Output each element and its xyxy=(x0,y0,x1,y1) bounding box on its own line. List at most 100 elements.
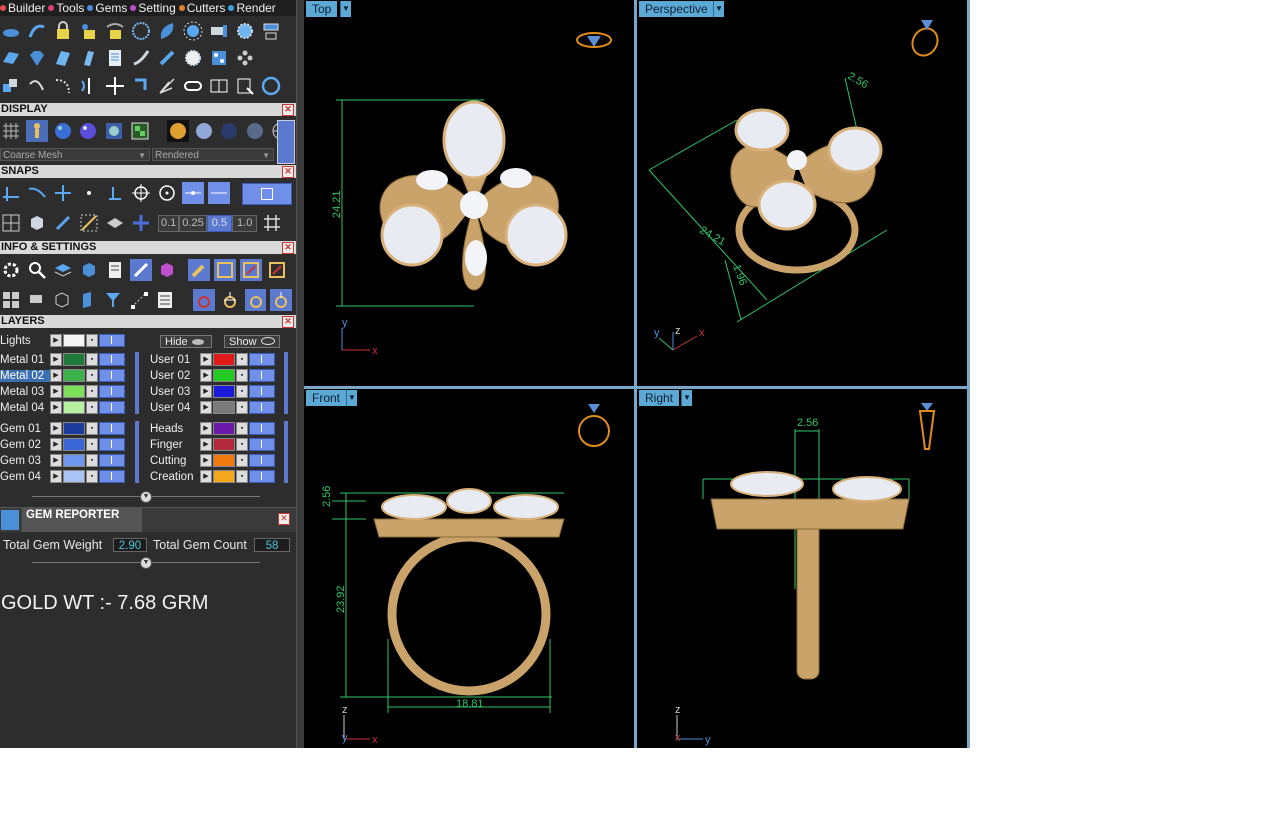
gem-ring-button[interactable] xyxy=(182,47,204,69)
display-toggle-button[interactable] xyxy=(277,120,295,164)
xray-button[interactable] xyxy=(25,120,48,142)
sheet-tool-button[interactable] xyxy=(78,47,100,69)
cut-tool-button[interactable] xyxy=(234,75,256,97)
gem-cluster-button[interactable] xyxy=(130,20,152,42)
layer-lock-icon[interactable]: ▪ xyxy=(86,438,98,451)
layer-name[interactable]: User 03 xyxy=(150,386,200,398)
layer-visibility-toggle[interactable] xyxy=(99,422,125,435)
layer-color-swatch[interactable] xyxy=(63,369,85,382)
texture-button[interactable] xyxy=(129,120,151,142)
layer-lock-icon[interactable]: ▪ xyxy=(86,422,98,435)
layer-name[interactable]: Metal 02 xyxy=(0,369,50,382)
metallic-material-button[interactable] xyxy=(244,120,266,142)
pipe-tool-button[interactable] xyxy=(208,20,230,42)
wireframe-button[interactable] xyxy=(0,120,22,142)
layer-row[interactable]: User 02 ▶ ▪ xyxy=(150,368,275,383)
layer-visibility-toggle[interactable] xyxy=(249,438,275,451)
layer-row[interactable]: Metal 03 ▶ ▪ xyxy=(0,384,125,399)
network-tool-button[interactable] xyxy=(234,47,256,69)
layer-visibility-toggle[interactable] xyxy=(249,401,275,414)
menu-builder[interactable]: Builder xyxy=(0,1,45,15)
layers-splitter-handle[interactable]: ▼ xyxy=(140,491,152,503)
layer-row[interactable]: Creation ▶ ▪ xyxy=(150,469,275,484)
snap-center-button[interactable] xyxy=(130,182,152,204)
frame-c-button[interactable] xyxy=(266,259,288,281)
layer-expand-icon[interactable]: ▶ xyxy=(50,438,62,451)
snaps-close-button[interactable]: ✕ xyxy=(282,166,294,178)
layer-expand-icon[interactable]: ▶ xyxy=(50,353,62,366)
snap-grid-button[interactable] xyxy=(0,182,22,204)
layer-color-swatch[interactable] xyxy=(63,438,85,451)
render-mode-select[interactable]: Rendered ▼ xyxy=(152,148,274,161)
menu-render[interactable]: Render xyxy=(228,1,276,15)
layer-color-swatch[interactable] xyxy=(63,454,85,467)
layer-visibility-toggle[interactable] xyxy=(249,385,275,398)
layer-lock-icon[interactable]: ▪ xyxy=(86,470,98,483)
layer-color-swatch[interactable] xyxy=(213,369,235,382)
snap-increment-0.1[interactable]: 0.1 xyxy=(158,214,180,232)
layer-name[interactable]: Gem 04 xyxy=(0,471,50,483)
lights-visibility-toggle[interactable] xyxy=(99,334,125,347)
snap-end-button[interactable] xyxy=(104,182,126,204)
circle-tool-button[interactable] xyxy=(260,75,282,97)
ring-axis-button[interactable] xyxy=(219,289,241,311)
wire-cube-button[interactable] xyxy=(51,289,73,311)
layer-visibility-toggle[interactable] xyxy=(99,438,125,451)
surface-tool-button[interactable] xyxy=(0,47,22,69)
hide-all-button[interactable]: Hide xyxy=(160,335,212,348)
perspective-viewport[interactable]: 24.21 2.56 1.96 z x y Perspective ▼ xyxy=(637,0,967,386)
leaf-tool-button[interactable] xyxy=(156,20,178,42)
layer-visibility-toggle[interactable] xyxy=(99,369,125,382)
layer-row[interactable]: Metal 02 ▶ ▪ xyxy=(0,368,125,383)
lights-lock-icon[interactable]: ▪ xyxy=(86,334,98,347)
layer-expand-icon[interactable]: ▶ xyxy=(200,454,212,467)
layer-expand-icon[interactable]: ▶ xyxy=(50,470,62,483)
layer-name[interactable]: Gem 01 xyxy=(0,423,50,435)
layer-visibility-toggle[interactable] xyxy=(99,353,125,366)
show-all-button[interactable]: Show xyxy=(224,335,280,348)
layer-row[interactable]: User 03 ▶ ▪ xyxy=(150,384,275,399)
layer-lock-icon[interactable]: ▪ xyxy=(236,353,248,366)
layer-row[interactable]: Gem 03 ▶ ▪ xyxy=(0,453,125,468)
layer-lock-icon[interactable]: ▪ xyxy=(236,401,248,414)
top-view-chevron-down-icon[interactable]: ▼ xyxy=(340,1,351,17)
layer-visibility-toggle[interactable] xyxy=(99,470,125,483)
glossy-button[interactable] xyxy=(77,120,99,142)
front-view-chevron-down-icon[interactable]: ▼ xyxy=(346,390,357,406)
menu-tools[interactable]: Tools xyxy=(48,1,84,15)
front-view-label[interactable]: Front xyxy=(306,390,347,406)
snap-measure-button[interactable] xyxy=(78,212,100,234)
front-viewport[interactable]: 23.92 18.81 2.56 z x y Front ▼ xyxy=(304,389,634,748)
nodes-button[interactable] xyxy=(128,289,150,311)
mirror-tool-button[interactable] xyxy=(78,75,100,97)
right-view-chevron-down-icon[interactable]: ▼ xyxy=(681,390,692,406)
layer-color-swatch[interactable] xyxy=(213,401,235,414)
layer-name[interactable]: User 04 xyxy=(150,402,200,414)
display-close-button[interactable]: ✕ xyxy=(282,104,294,116)
snap-mode-toggle[interactable] xyxy=(242,183,292,205)
layer-expand-icon[interactable]: ▶ xyxy=(200,353,212,366)
snap-magnet-button[interactable] xyxy=(130,212,152,234)
cube-info-button[interactable] xyxy=(78,259,100,281)
menu-cutters[interactable]: Cutters xyxy=(178,1,225,15)
layer-row[interactable]: Metal 04 ▶ ▪ xyxy=(0,400,125,415)
snap-circle-button[interactable] xyxy=(156,182,178,204)
menu-gems[interactable]: Gems xyxy=(87,1,127,15)
menu-setting[interactable]: Setting xyxy=(130,1,176,15)
layer-color-swatch[interactable] xyxy=(63,422,85,435)
snap-increment-0.5[interactable]: 0.5 xyxy=(206,214,233,232)
layer-visibility-toggle[interactable] xyxy=(249,422,275,435)
layer-row[interactable]: Finger ▶ ▪ xyxy=(150,437,275,452)
gem-splitter-handle[interactable]: ▼ xyxy=(140,557,152,569)
layer-row[interactable]: Heads ▶ ▪ xyxy=(150,421,275,436)
layer-lock-icon[interactable]: ▪ xyxy=(86,385,98,398)
layer-row[interactable]: Metal 01 ▶ ▪ xyxy=(0,352,125,367)
layer-expand-icon[interactable]: ▶ xyxy=(200,470,212,483)
perspective-view-chevron-down-icon[interactable]: ▼ xyxy=(713,1,724,17)
document-tool-button[interactable] xyxy=(104,47,126,69)
layer-row[interactable]: User 01 ▶ ▪ xyxy=(150,352,275,367)
curve-tool-button[interactable] xyxy=(0,20,22,42)
snap-line-button[interactable] xyxy=(208,182,230,204)
layer-expand-icon[interactable]: ▶ xyxy=(200,369,212,382)
layer-name[interactable]: Heads xyxy=(150,423,200,435)
